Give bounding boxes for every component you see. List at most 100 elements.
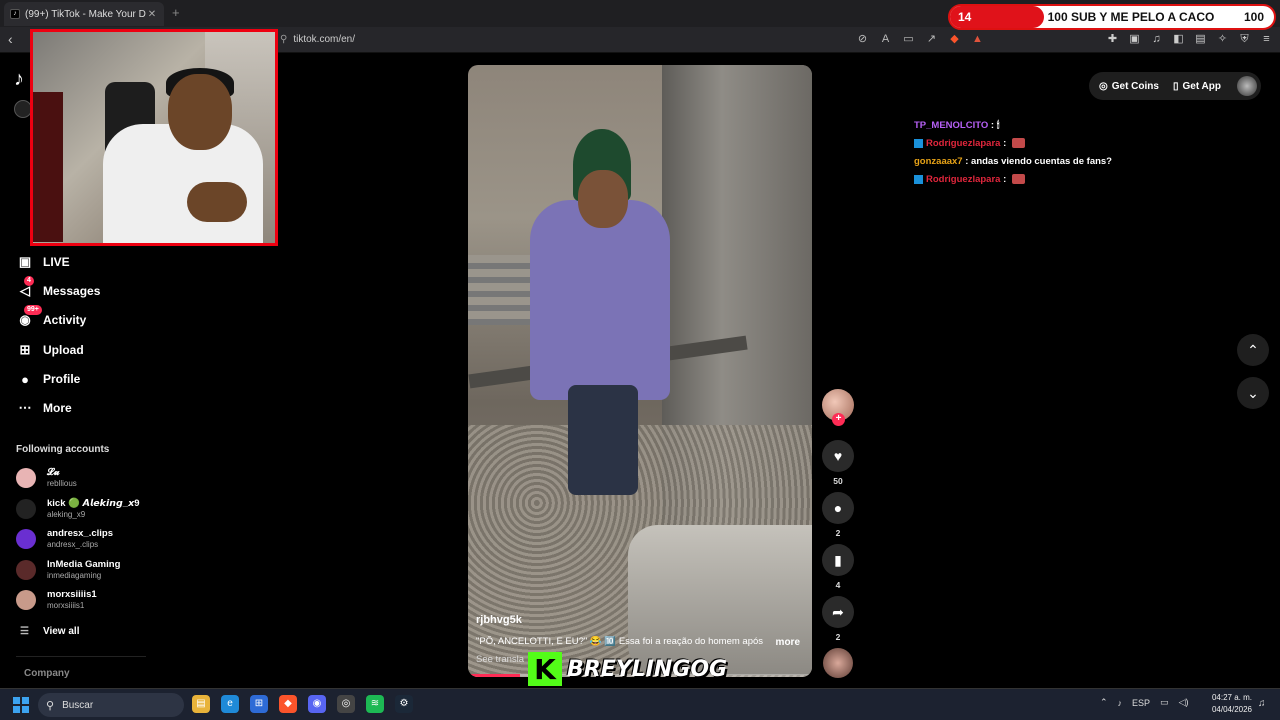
address-actions: ⊘ A ▭ ↗ ◆ ▲ (856, 33, 984, 46)
translate-icon[interactable]: A (879, 33, 892, 46)
site-info-icon[interactable]: ⚲ (280, 34, 287, 45)
stream-chat: TP_MENOLCITO : 🕯 Rodriguezlapara : gonzaa… (914, 116, 1234, 188)
notification-bell-icon[interactable]: ♫ (1258, 698, 1266, 709)
taskbar-apps: ▤ e ⊞ ◆ ◉ ◎ ≋ ⚙ (192, 695, 413, 713)
comment-button[interactable]: ● (822, 492, 854, 524)
follow-plus-icon[interactable]: + (832, 413, 845, 426)
see-translation-button[interactable]: See transla (476, 654, 524, 665)
more-icon: ⋯ (18, 400, 32, 415)
following-account[interactable]: 𝓛𝓾 rebllious (16, 465, 146, 491)
sidebar-item-label: More (43, 401, 72, 415)
extensions-icon[interactable]: ✚ (1106, 33, 1119, 46)
brave-shields-icon[interactable]: ◆ (948, 33, 961, 46)
following-account[interactable]: kick 🟢 𝘼𝙡𝙚𝙠𝙞𝙣𝙜_𝙭9 aleking_x9 (16, 496, 146, 522)
url-field[interactable]: ⚲ tiktok.com/en/ (280, 34, 355, 45)
video-author[interactable]: rjbhvg5k (476, 614, 522, 626)
clock-date: 04/04/2026 (1211, 705, 1252, 714)
sidebar-item-more[interactable]: ⋯ More (16, 397, 72, 419)
clock-time: 04:27 a. m. (1211, 693, 1252, 702)
account-handle: inmediagaming (47, 571, 102, 580)
get-coins-button[interactable]: ◎ Get Coins (1099, 81, 1159, 92)
divider (16, 656, 146, 657)
kick-badge-icon (914, 174, 923, 184)
previous-video-button[interactable]: ⌃ (1237, 334, 1269, 366)
chat-username[interactable]: Rodriguezlapara (926, 174, 1000, 185)
language-indicator[interactable]: ESP (1132, 698, 1150, 708)
tray-expand-icon[interactable]: ⌃ (1100, 697, 1108, 708)
emote-icon (1011, 138, 1025, 148)
user-avatar[interactable] (1237, 76, 1257, 96)
chat-username[interactable]: Rodriguezlapara (926, 138, 1000, 149)
brave-icon[interactable]: ◆ (279, 695, 297, 713)
author-avatar[interactable]: + (822, 389, 854, 426)
get-app-label: Get App (1182, 80, 1221, 92)
sidebar-item-messages[interactable]: ◁ 4 Messages (16, 276, 100, 302)
next-video-button[interactable]: ⌄ (1237, 377, 1269, 409)
tiktok-logo-icon[interactable]: ♪ (14, 68, 24, 91)
steam-icon[interactable]: ⚙ (395, 695, 413, 713)
save-count: 4 (835, 580, 841, 590)
menu-icon[interactable]: ≡ (1260, 33, 1273, 46)
edge-icon[interactable]: e (221, 695, 239, 713)
heart-icon: ♥ (833, 448, 843, 464)
account-name: InMedia Gaming (47, 559, 121, 570)
network-icon[interactable]: ▭ (1160, 697, 1169, 708)
volume-icon[interactable]: ◁) (1179, 697, 1189, 708)
tab-close-icon[interactable]: ✕ (146, 9, 158, 20)
webcam-background (33, 92, 63, 242)
brave-rewards-icon[interactable]: ▲ (971, 33, 984, 46)
discord-icon[interactable]: ◉ (308, 695, 326, 713)
back-button[interactable]: ‹ (8, 31, 13, 47)
share-button[interactable]: ➦ (822, 596, 854, 628)
streamer-name: BREYLINGOG (567, 656, 728, 682)
notification-badge: 99+ (24, 305, 42, 315)
taskbar-search[interactable]: ⚲ Buscar (38, 693, 184, 717)
like-button[interactable]: ♥ (822, 440, 854, 472)
microphone-icon[interactable]: ♪ (1118, 698, 1123, 708)
windows-taskbar: ⚲ Buscar ▤ e ⊞ ◆ ◉ ◎ ≋ ⚙ ⌃ ♪ ESP ▭ ◁) 04… (0, 688, 1280, 720)
account-handle: aleking_x9 (47, 510, 86, 519)
comment-count: 2 (835, 528, 841, 538)
sidebar-item-live[interactable]: ▣ LIVE (16, 251, 70, 273)
new-tab-button[interactable]: + (172, 5, 180, 20)
company-link[interactable]: Company (24, 668, 70, 679)
vpn-icon[interactable]: ⛨ (1238, 33, 1251, 46)
cast-icon[interactable]: ▭ (902, 33, 915, 46)
browser-tab[interactable]: ♪ (99+) TikTok - Make Your Day ✕ (4, 2, 164, 26)
coin-icon: ◎ (1099, 80, 1108, 92)
following-account[interactable]: InMedia Gaming inmediagaming (16, 557, 146, 583)
spotify-icon[interactable]: ≋ (366, 695, 384, 713)
video-worker-head (578, 170, 628, 228)
ai-icon[interactable]: ✧ (1216, 33, 1229, 46)
following-heading: Following accounts (16, 444, 110, 455)
share-icon[interactable]: ↗ (925, 33, 938, 46)
avatar (16, 590, 36, 610)
following-account[interactable]: morxsiiiis1 morxsiiiis1 (16, 587, 146, 613)
file-explorer-icon[interactable]: ▤ (192, 695, 210, 713)
caption-more-button[interactable]: more (776, 637, 800, 648)
video-player[interactable]: rjbhvg5k "PÔ, ANCELOTTI, E EU?" 😂 🔟 Essa… (468, 65, 812, 677)
top-right-actions: ◎ Get Coins ▯ Get App (1089, 72, 1261, 100)
sidebar-toggle-icon[interactable]: ◧ (1172, 33, 1185, 46)
obs-icon[interactable]: ◎ (337, 695, 355, 713)
chat-username[interactable]: TP_MENOLCITO (914, 120, 988, 131)
save-button[interactable]: ▮ (822, 544, 854, 576)
account-handle: rebllious (47, 479, 77, 488)
clock[interactable]: 04:27 a. m. 04/04/2026 (1210, 692, 1252, 716)
sidebar-item-profile[interactable]: ● Profile (16, 368, 80, 390)
get-app-button[interactable]: ▯ Get App (1173, 81, 1221, 92)
screenshot-icon[interactable]: ▣ (1128, 33, 1141, 46)
view-all-button[interactable]: ☰ View all (20, 626, 79, 637)
windows-start-icon[interactable] (13, 697, 29, 713)
media-icon[interactable]: ♫ (1150, 33, 1163, 46)
sidebar-item-activity[interactable]: ◉ 99+ Activity (16, 305, 86, 331)
chat-username[interactable]: gonzaaax7 (914, 156, 963, 167)
following-account[interactable]: andresx_.clips andresx_.clips (16, 526, 146, 552)
tracking-icon[interactable]: ⊘ (856, 33, 869, 46)
chat-separator: : (962, 155, 972, 167)
wallet-icon[interactable]: ▤ (1194, 33, 1207, 46)
music-disc[interactable] (823, 648, 853, 678)
sidebar-item-upload[interactable]: ⊞ Upload (16, 339, 84, 361)
upload-icon: ⊞ (19, 342, 31, 357)
store-icon[interactable]: ⊞ (250, 695, 268, 713)
